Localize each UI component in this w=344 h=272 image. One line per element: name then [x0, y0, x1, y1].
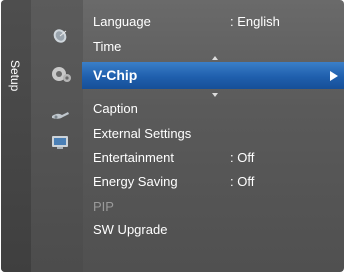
menu-item-caption[interactable]: Caption: [93, 101, 138, 116]
menu-item-pip: PIP: [93, 199, 114, 214]
gear-icon[interactable]: [50, 65, 72, 83]
menu-item-entertainment[interactable]: Entertainment: [93, 150, 174, 165]
satellite-dish-icon[interactable]: [50, 27, 72, 45]
menu-item-language[interactable]: Language: [93, 14, 151, 29]
menu-value-language: : English: [230, 14, 280, 29]
menu-item-external-settings[interactable]: External Settings: [93, 126, 191, 141]
scroll-down-indicator: [212, 93, 218, 97]
category-label: Setup: [8, 60, 22, 92]
scroll-up-indicator: [212, 56, 218, 60]
submenu-arrow-icon: [330, 71, 338, 81]
menu-item-vchip[interactable]: V-Chip: [93, 67, 137, 83]
category-strip: [1, 0, 31, 272]
plug-icon[interactable]: [50, 106, 72, 124]
menu-item-sw-upgrade[interactable]: SW Upgrade: [93, 222, 167, 237]
tv-icon[interactable]: [50, 133, 72, 151]
menu-item-time[interactable]: Time: [93, 39, 121, 54]
menu-value-energy-saving: : Off: [230, 174, 255, 189]
menu-value-entertainment: : Off: [230, 150, 255, 165]
menu-item-energy-saving[interactable]: Energy Saving: [93, 174, 178, 189]
